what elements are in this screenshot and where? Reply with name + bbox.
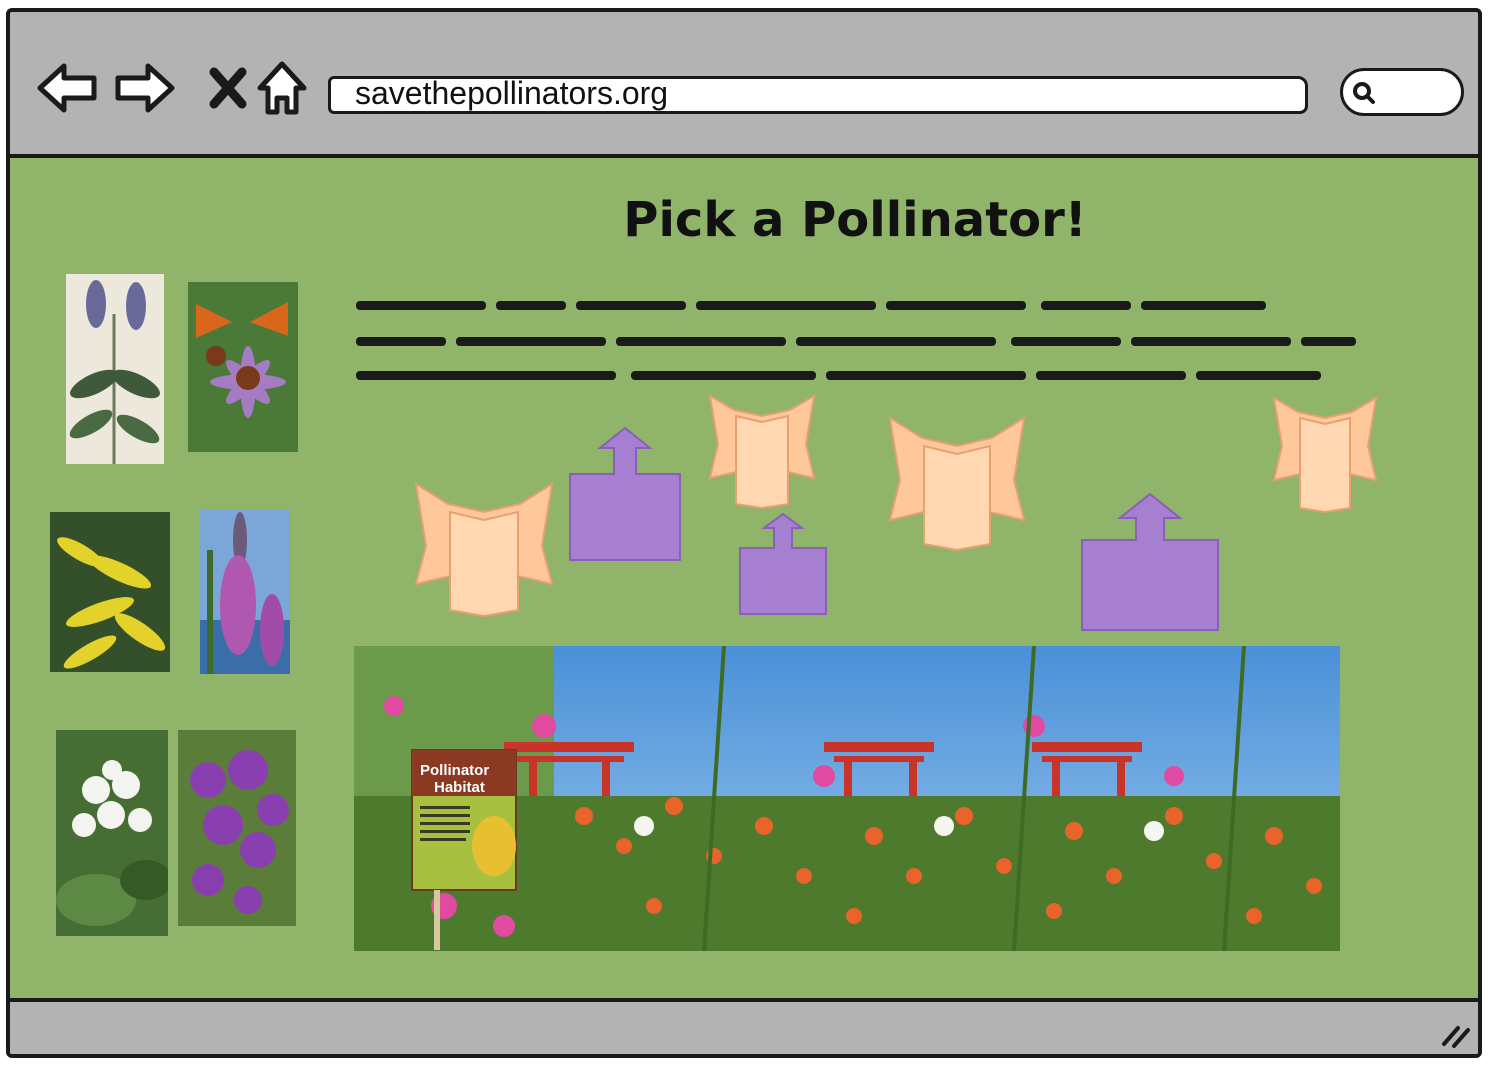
pollinator-choice-peach[interactable] <box>414 482 554 622</box>
flower-photo-3[interactable] <box>50 512 170 672</box>
pollinator-choice-peach[interactable] <box>1272 396 1378 516</box>
home-icon[interactable] <box>250 58 314 118</box>
pollinator-choice-peach[interactable] <box>708 394 816 512</box>
resize-grip-icon[interactable] <box>1440 1020 1470 1048</box>
placeholder-text-line <box>356 371 1321 380</box>
flower-photo-1[interactable] <box>66 274 164 464</box>
placeholder-text-line <box>356 337 1356 346</box>
pollinator-habitat-photo: Pollinator Habitat <box>354 646 1340 951</box>
url-text: savethepollinators.org <box>355 75 669 111</box>
pollinator-choice-purple[interactable] <box>738 512 828 616</box>
back-arrow-icon[interactable] <box>36 58 100 118</box>
pollinator-choice-purple[interactable] <box>568 426 682 562</box>
habitat-sign-title: Pollinator Habitat <box>420 762 512 796</box>
habitat-sign-title-line2: Habitat <box>434 779 485 796</box>
flower-photo-2[interactable] <box>188 282 298 452</box>
magnifier-icon <box>1353 82 1375 104</box>
browser-toolbar: savethepollinators.org <box>10 12 1478 158</box>
flower-photo-5[interactable] <box>56 730 168 936</box>
pollinator-choice-peach[interactable] <box>888 416 1026 556</box>
flower-photo-4[interactable] <box>200 510 290 674</box>
browser-status-bar <box>10 998 1478 1054</box>
search-box[interactable] <box>1340 68 1464 116</box>
habitat-sign-title-line1: Pollinator <box>420 762 490 779</box>
pollinator-choice-purple[interactable] <box>1080 492 1220 632</box>
page-title: Pick a Pollinator! <box>623 192 1087 248</box>
address-bar[interactable]: savethepollinators.org <box>328 75 1308 114</box>
forward-arrow-icon[interactable] <box>112 58 176 118</box>
flower-photo-6[interactable] <box>178 730 296 926</box>
placeholder-text-line <box>356 301 1266 310</box>
browser-window: savethepollinators.org Pick a Pollinator… <box>6 8 1482 1058</box>
